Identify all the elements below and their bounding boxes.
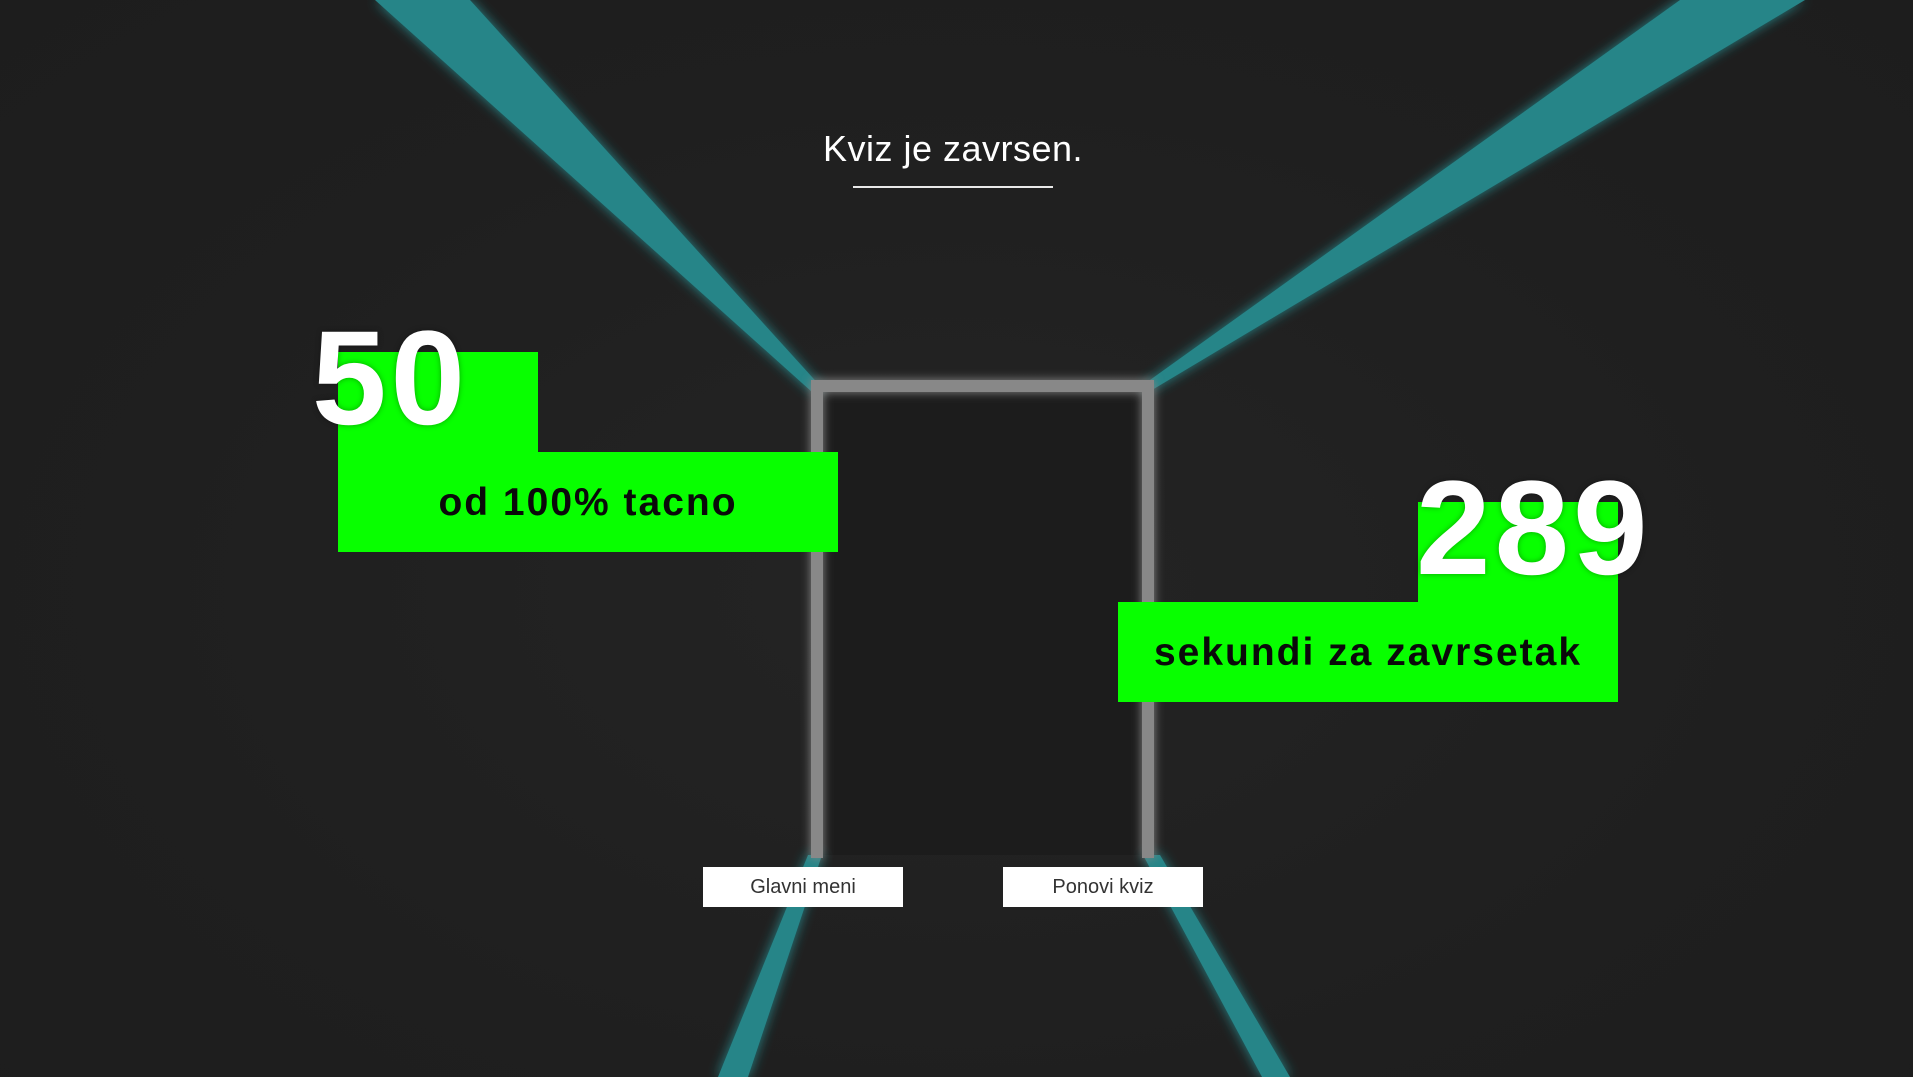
score-label: od 100% tacno — [438, 481, 738, 524]
quiz-result-screen: Kviz je zavrsen. od 100% tacno 50 sekund… — [0, 0, 1913, 1077]
beam-top-right — [1143, 0, 1805, 390]
main-menu-button[interactable]: Glavni meni — [703, 867, 903, 907]
title-underline — [853, 186, 1053, 188]
time-label: sekundi za zavrsetak — [1153, 631, 1583, 674]
retry-quiz-button[interactable]: Ponovi kviz — [1003, 867, 1203, 907]
time-value: 289 — [1416, 454, 1652, 603]
door-opening — [818, 390, 1148, 855]
page-title: Kviz je zavrsen. — [822, 128, 1084, 169]
score-value: 50 — [312, 304, 470, 453]
